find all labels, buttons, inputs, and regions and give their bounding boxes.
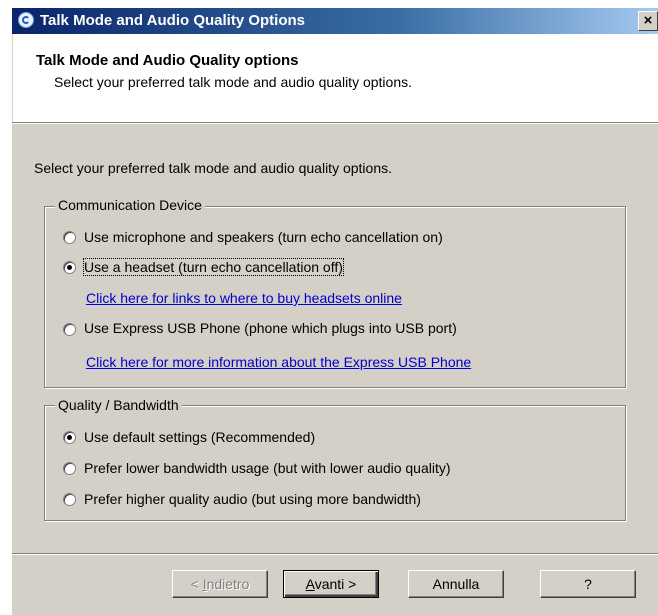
- radio-button[interactable]: [63, 261, 76, 274]
- radio-button[interactable]: [63, 493, 76, 506]
- cancel-button[interactable]: Annulla: [408, 570, 504, 598]
- next-button[interactable]: Avanti >: [283, 570, 379, 598]
- radio-label[interactable]: Use a headset (turn echo cancellation of…: [83, 258, 344, 276]
- next-rest: vanti >: [314, 576, 357, 592]
- usb-phone-info-link[interactable]: Click here for more information about th…: [86, 354, 471, 370]
- radio-button[interactable]: [63, 462, 76, 475]
- back-rest: ndietro: [206, 576, 250, 592]
- radio-button[interactable]: [63, 231, 76, 244]
- header-subtitle: Select your preferred talk mode and audi…: [54, 74, 412, 90]
- window-title: Talk Mode and Audio Quality Options: [40, 12, 306, 29]
- radio-label[interactable]: Prefer higher quality audio (but using m…: [84, 491, 421, 507]
- radio-label[interactable]: Prefer lower bandwidth usage (but with l…: [84, 460, 451, 476]
- communication-device-legend: Communication Device: [55, 197, 205, 213]
- app-icon: [18, 12, 34, 28]
- radio-label[interactable]: Use Express USB Phone (phone which plugs…: [84, 320, 457, 336]
- back-button[interactable]: < Indietro: [172, 570, 268, 598]
- header-title: Talk Mode and Audio Quality options: [36, 52, 299, 69]
- quality-bandwidth-legend: Quality / Bandwidth: [55, 397, 182, 413]
- next-mnemonic: A: [305, 576, 315, 592]
- buy-headsets-link[interactable]: Click here for links to where to buy hea…: [86, 290, 402, 306]
- intro-text: Select your preferred talk mode and audi…: [34, 160, 392, 176]
- radio-label[interactable]: Use microphone and speakers (turn echo c…: [84, 229, 443, 245]
- radio-button[interactable]: [63, 431, 76, 444]
- radio-button[interactable]: [63, 323, 76, 336]
- title-bar[interactable]: Talk Mode and Audio Quality Options ×: [12, 8, 658, 34]
- radio-label[interactable]: Use default settings (Recommended): [84, 429, 315, 445]
- button-separator: [12, 553, 658, 555]
- help-button[interactable]: ?: [540, 570, 636, 598]
- back-prefix: <: [190, 576, 203, 592]
- close-button[interactable]: ×: [638, 11, 658, 31]
